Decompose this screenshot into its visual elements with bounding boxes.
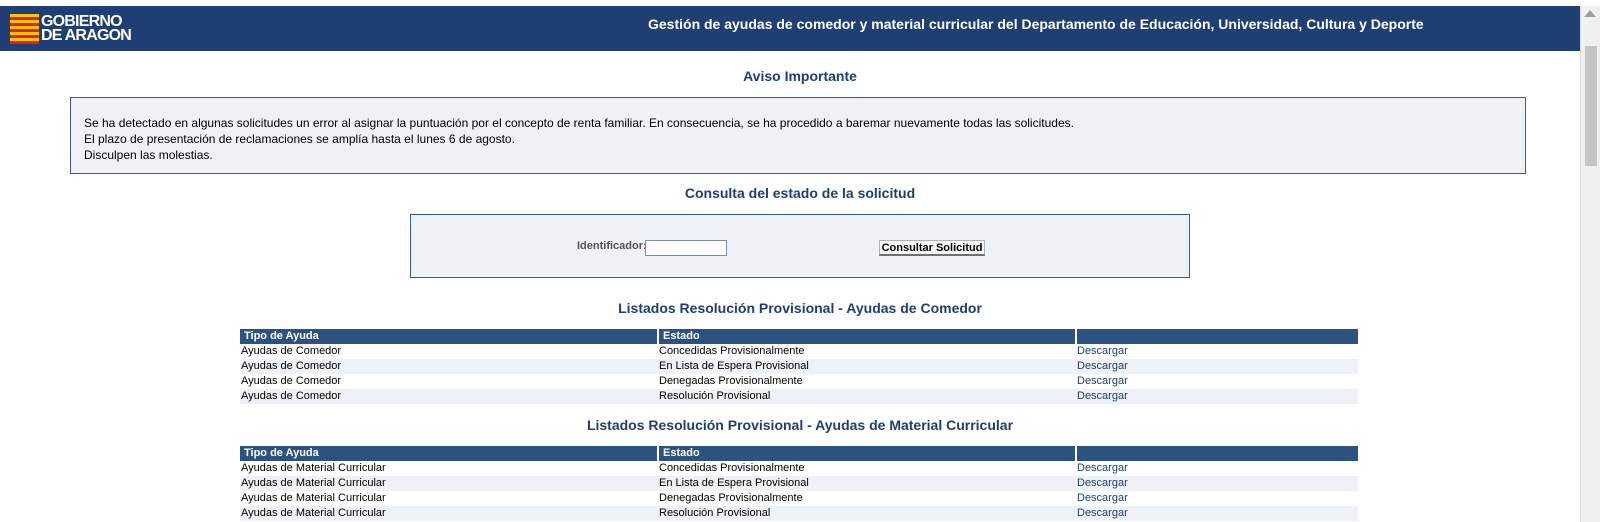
cell-download: Descargar: [1076, 374, 1358, 389]
cell-download: Descargar: [1076, 491, 1358, 506]
cell-tipo: Ayudas de Material Curricular: [241, 492, 386, 504]
page-header-title: Gestión de ayudas de comedor y material …: [648, 16, 1424, 32]
identifier-input[interactable]: [645, 240, 727, 256]
cell-estado: En Lista de Espera Provisional: [658, 359, 1076, 374]
column-header-estado: Estado: [658, 446, 1077, 461]
table-row: Ayudas de Comedor Concedidas Provisional…: [240, 344, 1358, 359]
table-row: Ayudas de Material Curricular En Lista d…: [240, 476, 1358, 491]
column-header-tipo: Tipo de Ayuda: [240, 446, 659, 461]
notice-panel: Se ha detectado en algunas solicitudes u…: [70, 97, 1526, 174]
table-row: Ayudas de Material Curricular Denegadas …: [240, 491, 1358, 506]
cell-tipo: Ayudas de Material Curricular: [240, 476, 658, 491]
identifier-label: Identificador:: [577, 240, 647, 252]
table-row: Ayudas de Material Curricular Concedidas…: [240, 461, 1358, 476]
column-header-download: [1076, 446, 1358, 461]
table-header-row: Tipo de Ayuda Estado: [240, 329, 1358, 344]
descargar-link[interactable]: Descargar: [1077, 345, 1128, 357]
cell-download: Descargar: [1076, 476, 1358, 491]
site-header: GOBIERNO DE ARAGON Gestión de ayudas de …: [0, 6, 1580, 51]
cell-estado: Denegadas Provisionalmente: [659, 375, 803, 387]
descargar-link[interactable]: Descargar: [1077, 462, 1128, 474]
consultar-solicitud-button[interactable]: Consultar Solicitud: [879, 240, 985, 256]
scroll-up-arrow-icon[interactable]: [1584, 10, 1596, 17]
table-row: Ayudas de Comedor Resolución Provisional…: [240, 389, 1358, 404]
descargar-link[interactable]: Descargar: [1077, 507, 1128, 519]
descargar-link[interactable]: Descargar: [1077, 492, 1128, 504]
table-row: Ayudas de Comedor Denegadas Provisionalm…: [240, 374, 1358, 389]
cell-download: Descargar: [1076, 389, 1358, 404]
notice-title: Aviso Importante: [743, 68, 857, 84]
cell-download: Descargar: [1076, 461, 1358, 476]
cell-estado: En Lista de Espera Provisional: [658, 476, 1076, 491]
cell-estado: Denegadas Provisionalmente: [659, 492, 803, 504]
cell-download: Descargar: [1076, 344, 1358, 359]
cell-tipo: Ayudas de Material Curricular: [241, 462, 386, 474]
cell-tipo: Ayudas de Comedor: [240, 389, 658, 404]
table-header-row: Tipo de Ayuda Estado: [240, 446, 1358, 461]
cell-estado: Resolución Provisional: [658, 506, 1076, 521]
cell-tipo: Ayudas de Comedor: [241, 375, 342, 387]
comedor-title: Listados Resolución Provisional - Ayudas…: [618, 300, 982, 316]
descargar-link[interactable]: Descargar: [1077, 375, 1128, 387]
column-header-estado: Estado: [658, 329, 1077, 344]
descargar-link[interactable]: Descargar: [1077, 360, 1128, 372]
cell-tipo: Ayudas de Comedor: [241, 345, 342, 357]
column-header-tipo: Tipo de Ayuda: [240, 329, 659, 344]
cell-tipo: Ayudas de Comedor: [240, 359, 658, 374]
table-row: Ayudas de Material Curricular Resolución…: [240, 506, 1358, 521]
comedor-table: Tipo de Ayuda Estado Ayudas de Comedor C…: [240, 329, 1358, 404]
column-header-download: [1076, 329, 1358, 344]
cell-estado: Resolución Provisional: [658, 389, 1076, 404]
scrollbar-thumb[interactable]: [1585, 46, 1597, 166]
cell-download: Descargar: [1076, 506, 1358, 521]
table-row: Ayudas de Comedor En Lista de Espera Pro…: [240, 359, 1358, 374]
cell-estado: Concedidas Provisionalmente: [659, 345, 805, 357]
query-panel: Identificador: Consultar Solicitud: [410, 214, 1190, 278]
material-title: Listados Resolución Provisional - Ayudas…: [586, 417, 1014, 433]
descargar-link[interactable]: Descargar: [1077, 477, 1128, 489]
query-title: Consulta del estado de la solicitud: [684, 185, 916, 201]
descargar-link[interactable]: Descargar: [1077, 390, 1128, 402]
cell-tipo: Ayudas de Material Curricular: [240, 506, 658, 521]
notice-line-2: El plazo de presentación de reclamacione…: [84, 132, 515, 146]
cell-estado: Concedidas Provisionalmente: [659, 462, 805, 474]
material-table: Tipo de Ayuda Estado Ayudas de Material …: [240, 446, 1358, 521]
notice-line-1: Se ha detectado en algunas solicitudes u…: [84, 116, 1074, 130]
cell-download: Descargar: [1076, 359, 1358, 374]
notice-line-3: Disculpen las molestias.: [84, 148, 213, 162]
